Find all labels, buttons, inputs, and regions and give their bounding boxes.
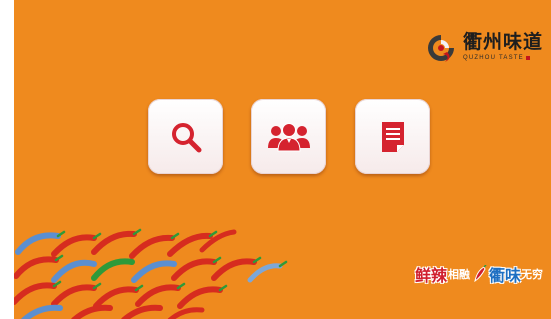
document-button[interactable] [355,99,430,174]
slogan-part-4: 味 [504,266,521,285]
users-icon [267,122,310,151]
slogan-part-3: 衢 [488,266,505,285]
app-screen: 衢州味道 QUZHOU TASTE 鲜辣 相融 衢 味 无穷 [0,0,551,319]
left-edge-strip [0,0,14,319]
brand-text: 衢州味道 QUZHOU TASTE [463,30,543,61]
brand-title: 衢州味道 [462,31,543,53]
brand-header: 衢州味道 QUZHOU TASTE [425,30,543,74]
main-panel: 衢州味道 QUZHOU TASTE 鲜辣 相融 衢 味 无穷 [14,0,551,319]
search-button[interactable] [148,99,223,174]
search-icon [171,122,201,152]
slogan-part-1: 鲜辣 [414,266,447,285]
document-icon [381,121,404,152]
swirl-logo-icon [427,35,454,62]
slogan-part-2: 相融 [447,268,470,281]
slogan: 鲜辣 相融 衢 味 无穷 [415,262,543,286]
brand-subtitle: QUZHOU TASTE [462,55,524,61]
slogan-part-5: 无穷 [521,268,543,281]
users-button[interactable] [251,99,326,174]
brand-red-mark [525,56,530,60]
chili-pepper-decoration [14,228,288,319]
chili-icon [474,265,487,283]
brand-subtitle-row: QUZHOU TASTE [463,55,530,61]
